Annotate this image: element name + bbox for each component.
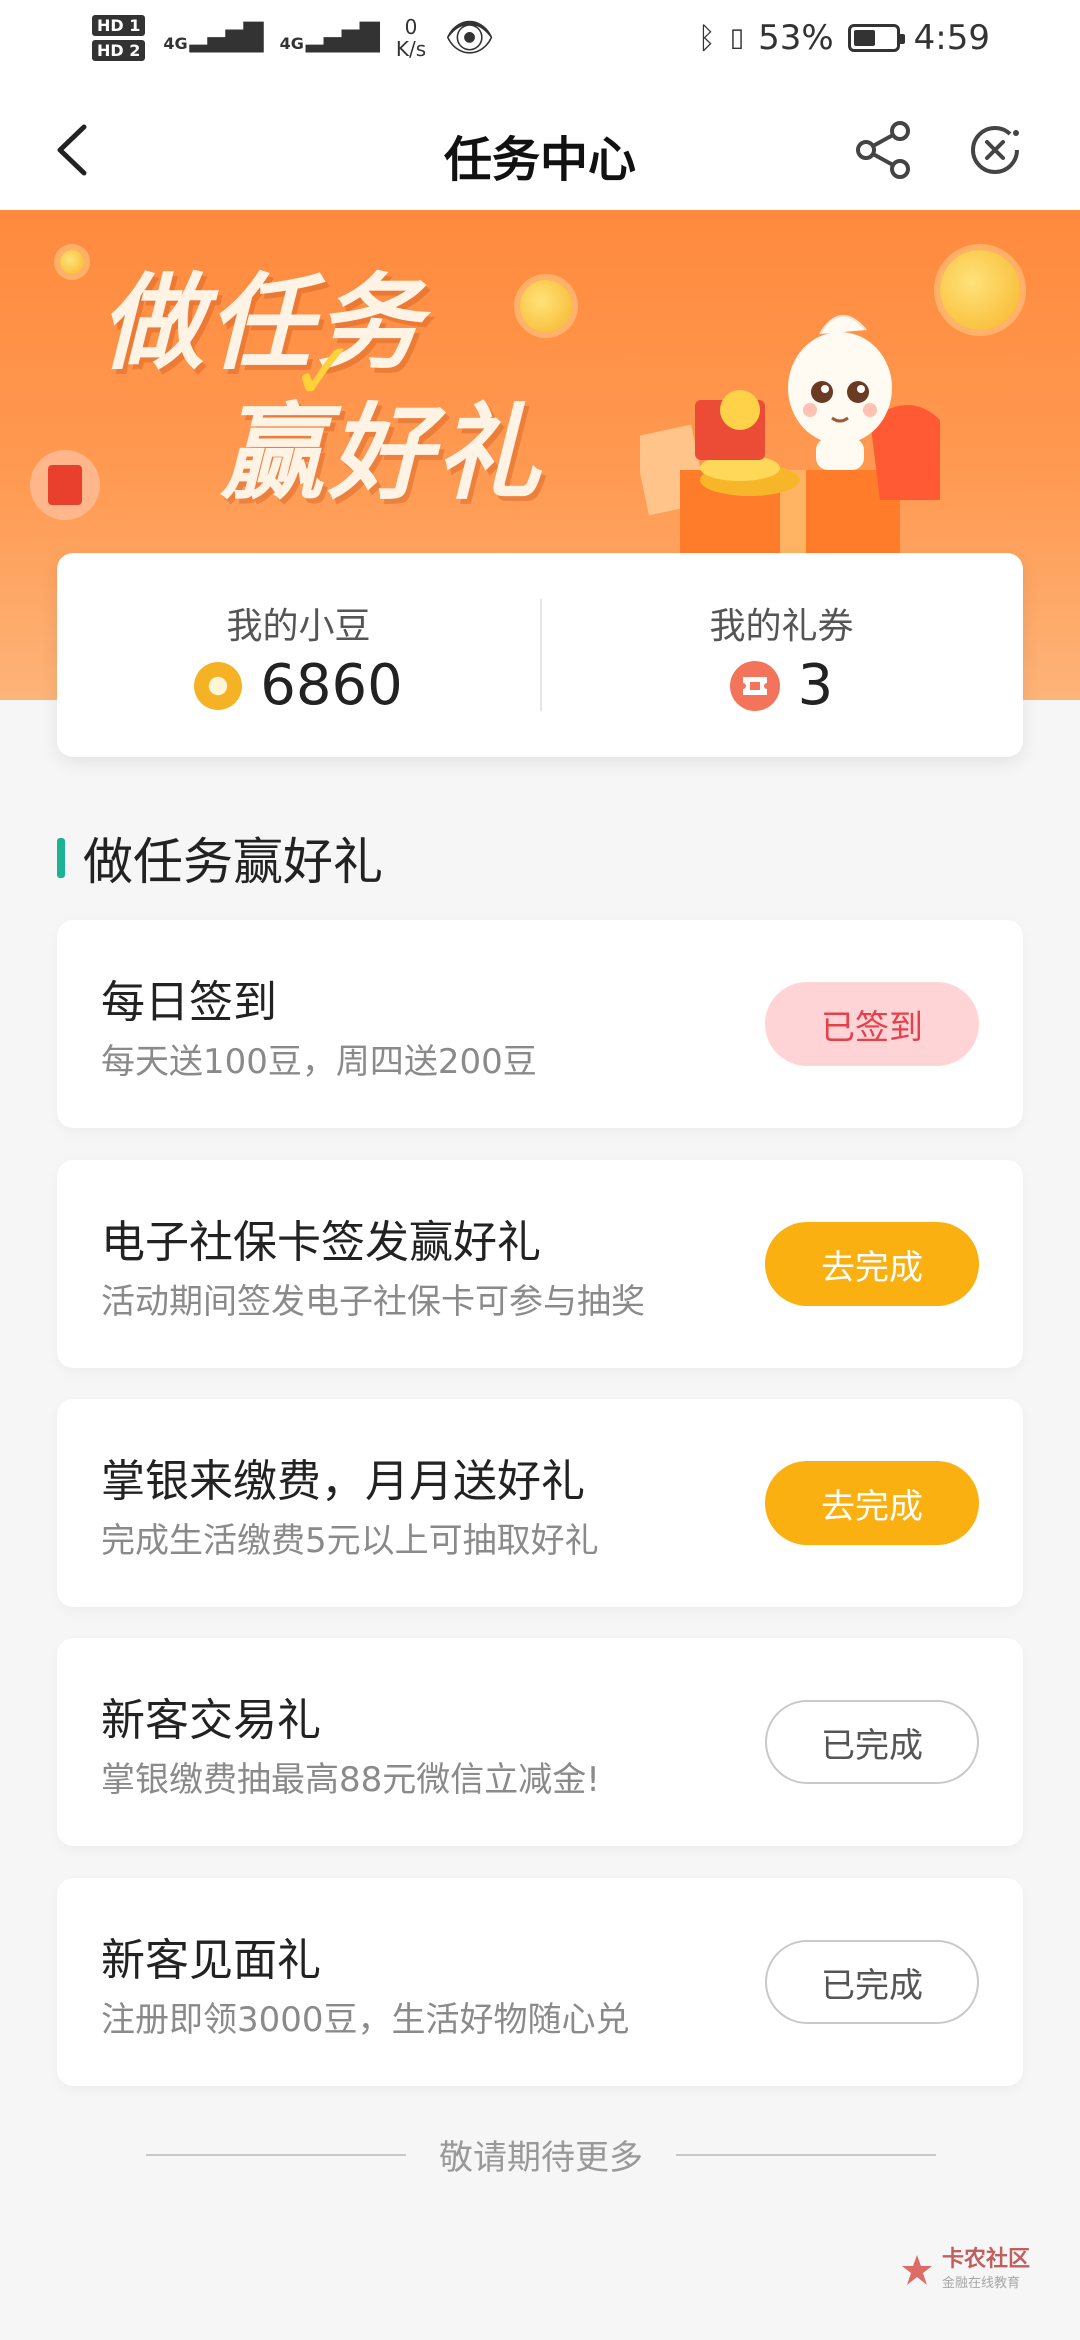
section-header: 做任务赢好礼 <box>57 822 383 894</box>
bean-coin-icon <box>194 661 243 710</box>
status-left: HD 1 HD 2 4G ▂▄▆█ 4G ▂▄▆█ 0 K/s 👁 <box>92 14 495 61</box>
share-icon <box>856 121 910 179</box>
share-button[interactable] <box>848 115 918 185</box>
battery-percent: 53% <box>758 18 834 58</box>
coupon-icon <box>729 660 780 711</box>
signal-2: 4G ▂▄▆█ <box>279 22 380 53</box>
coin-decoration <box>60 250 84 274</box>
vibrate-icon: ▯ <box>729 23 745 53</box>
section-accent-bar <box>57 838 65 878</box>
footer-text: 敬请期待更多 <box>439 2138 643 2178</box>
completed-button[interactable]: 已完成 <box>765 1700 979 1784</box>
signal-2-label: 4G <box>279 33 304 53</box>
task-desc: 注册即领3000豆，生活好物随心兑 <box>101 2000 630 2040</box>
my-coupons[interactable]: 我的礼券 3 <box>540 553 1023 757</box>
my-beans[interactable]: 我的小豆 6860 <box>57 553 540 757</box>
signal-1-label: 4G <box>163 33 188 53</box>
go-complete-button[interactable]: 去完成 <box>765 1461 979 1545</box>
net-speed-value: 0 <box>404 14 418 39</box>
nav-bar: 任务中心 <box>0 90 1080 210</box>
signal-1: 4G ▂▄▆█ <box>163 22 264 53</box>
page-title: 任务中心 <box>443 132 636 188</box>
signal-bars-icon: ▂▄▆█ <box>305 22 380 53</box>
checkmark-icon: ✓ <box>290 325 358 418</box>
task-desc: 每天送100豆，周四送200豆 <box>101 1042 537 1082</box>
task-title: 每日签到 <box>101 977 277 1028</box>
task-title: 新客交易礼 <box>101 1695 321 1746</box>
battery-fill <box>853 30 875 46</box>
section-title: 做任务赢好礼 <box>83 833 383 891</box>
hd1-badge: HD 1 <box>92 14 146 36</box>
task-card: 新客交易礼 掌银缴费抽最高88元微信立减金! 已完成 <box>57 1638 1023 1846</box>
net-speed-unit: K/s <box>395 36 427 61</box>
status-right: ᛒ ▯ 53% 4:59 <box>698 18 990 58</box>
watermark: 卡农社区 金融在线教育 <box>900 2248 1030 2291</box>
footer-divider-right <box>676 2153 936 2156</box>
beans-value: 6860 <box>260 653 403 718</box>
footer-more: 敬请期待更多 <box>146 2130 936 2179</box>
hd-indicators: HD 1 HD 2 <box>92 14 146 61</box>
watermark-logo-icon <box>902 2254 932 2285</box>
task-desc: 完成生活缴费5元以上可抽取好礼 <box>101 1521 599 1561</box>
eye-icon: 👁 <box>444 15 495 61</box>
coin-decoration <box>940 250 1020 330</box>
task-desc: 掌银缴费抽最高88元微信立减金! <box>101 1760 600 1800</box>
status-bar: HD 1 HD 2 4G ▂▄▆█ 4G ▂▄▆█ 0 K/s 👁 ᛒ ▯ 53… <box>0 0 1080 90</box>
watermark-sub: 金融在线教育 <box>942 2276 1021 2291</box>
watermark-name: 卡农社区 <box>942 2247 1031 2272</box>
task-title: 电子社保卡签发赢好礼 <box>101 1217 541 1268</box>
task-card: 电子社保卡签发赢好礼 活动期间签发电子社保卡可参与抽奖 去完成 <box>57 1160 1023 1368</box>
footer-divider-left <box>146 2153 406 2156</box>
balance-card: 我的小豆 6860 我的礼券 3 <box>57 553 1023 757</box>
battery-icon <box>847 24 905 52</box>
mascot-illustration <box>788 314 892 470</box>
task-card: 每日签到 每天送100豆，周四送200豆 已签到 <box>57 920 1023 1128</box>
hd2-badge: HD 2 <box>92 39 146 61</box>
signed-in-button[interactable]: 已签到 <box>765 982 979 1066</box>
close-circle-icon <box>971 126 1019 174</box>
coupons-value-row: 3 <box>540 653 1023 718</box>
go-complete-button[interactable]: 去完成 <box>765 1222 979 1306</box>
beans-value-row: 6860 <box>57 653 540 718</box>
task-title: 掌银来缴费，月月送好礼 <box>101 1456 585 1507</box>
watermark-text-group: 卡农社区 金融在线教育 <box>942 2247 1031 2292</box>
signal-bars-icon: ▂▄▆█ <box>189 22 264 53</box>
task-desc: 活动期间签发电子社保卡可参与抽奖 <box>101 1282 645 1322</box>
bluetooth-icon: ᛒ <box>697 20 716 56</box>
task-card: 新客见面礼 注册即领3000豆，生活好物随心兑 已完成 <box>57 1878 1023 2086</box>
completed-button[interactable]: 已完成 <box>765 1940 979 2024</box>
beans-label: 我的小豆 <box>226 606 371 647</box>
net-speed: 0 K/s <box>396 16 426 60</box>
close-miniapp-button[interactable] <box>960 115 1030 185</box>
clock: 4:59 <box>913 18 990 58</box>
coupons-label: 我的礼券 <box>709 606 854 647</box>
task-title: 新客见面礼 <box>101 1935 321 1986</box>
coupons-value: 3 <box>797 653 834 718</box>
task-card: 掌银来缴费，月月送好礼 完成生活缴费5元以上可抽取好礼 去完成 <box>57 1399 1023 1607</box>
red-envelope-icon <box>30 450 100 520</box>
